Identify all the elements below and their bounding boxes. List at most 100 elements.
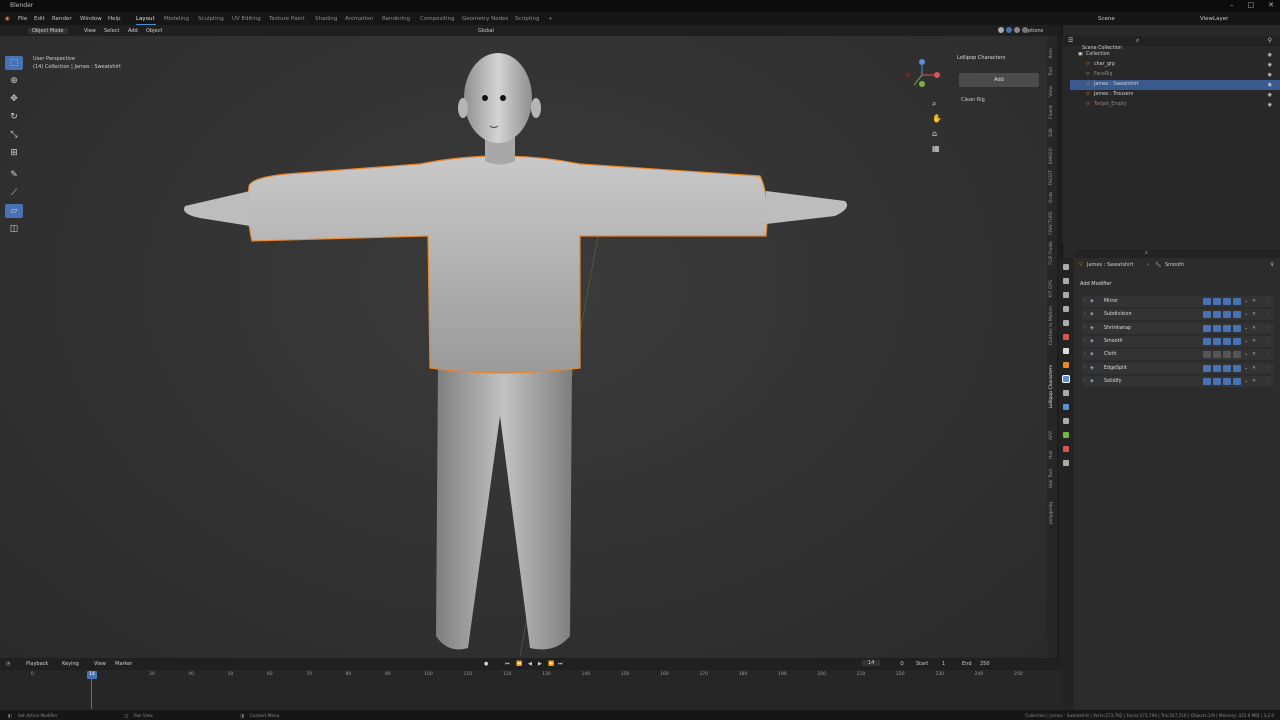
constraints-properties-tab-icon[interactable]	[1063, 418, 1069, 424]
viewport-toggle-icon[interactable]	[1223, 324, 1231, 332]
cage-toggle-icon[interactable]	[1213, 337, 1221, 345]
clean-rig-button[interactable]: Clean Rig	[961, 97, 985, 103]
dropdown-icon[interactable]: ⌄	[1244, 296, 1248, 307]
dropdown-icon[interactable]: ⌄	[1244, 363, 1248, 374]
modifier-panel[interactable]: › ◈ Mirror ⌄ ✕ ⋮	[1082, 296, 1274, 307]
menu-keying[interactable]: Keying	[62, 661, 79, 667]
display-mode-icon[interactable]: ☰	[1068, 37, 1073, 44]
npanel-tab-clothes-in-motion[interactable]: Clothes in Motion	[1049, 306, 1054, 345]
add-cube-icon[interactable]: ◫	[5, 222, 23, 236]
npanel-tab-faceit[interactable]: FACEIT	[1049, 170, 1054, 185]
menu-playback[interactable]: Playback	[26, 661, 48, 667]
jump-end-icon[interactable]: ⏭	[558, 661, 563, 667]
character-model[interactable]	[0, 36, 1048, 658]
play-icon[interactable]: ▶	[538, 661, 542, 667]
npanel-tab-arp[interactable]: ARP	[1049, 431, 1054, 440]
npanel-tab-tool[interactable]: Tool	[1049, 67, 1054, 76]
texture-properties-tab-icon[interactable]	[1063, 460, 1069, 466]
remove-modifier-icon[interactable]: ✕	[1252, 349, 1256, 360]
move-icon[interactable]: ✥	[5, 92, 23, 106]
viewport-toggle-icon[interactable]	[1223, 377, 1231, 385]
visibility-eye-icon[interactable]: ◉	[1268, 60, 1272, 70]
viewport-toggle-icon[interactable]	[1223, 298, 1231, 305]
expand-chevron-icon[interactable]: ›	[1084, 376, 1086, 387]
dropdown-icon[interactable]: ⌄	[1244, 376, 1248, 387]
npanel-tab-grab[interactable]: Grab	[1049, 192, 1054, 203]
scale-icon[interactable]: ⤡	[5, 128, 23, 142]
trousers[interactable]	[436, 366, 572, 650]
dropdown-icon[interactable]: ⌄	[1244, 323, 1248, 334]
material-properties-tab-icon[interactable]	[1063, 446, 1069, 452]
neg-x-axis-icon[interactable]	[905, 72, 911, 78]
jump-start-icon[interactable]: ⏮	[505, 661, 510, 667]
expand-chevron-icon[interactable]: ›	[1084, 363, 1086, 374]
mode-selector[interactable]: Object Mode	[28, 28, 68, 34]
menu-add[interactable]: Add	[128, 28, 138, 34]
cage-toggle-icon[interactable]	[1213, 377, 1221, 385]
modifier-name[interactable]: EdgeSplit	[1104, 363, 1127, 374]
pan-icon[interactable]: ✋	[932, 113, 942, 123]
remove-modifier-icon[interactable]: ✕	[1252, 376, 1256, 387]
menu-view[interactable]: View	[84, 28, 96, 34]
workspace-tab-layout[interactable]: Layout	[136, 16, 155, 22]
drag-handle-icon[interactable]: ⋮	[1265, 376, 1270, 387]
modifier-properties-tab-icon[interactable]	[1062, 375, 1070, 383]
object-properties-tab-icon[interactable]	[1063, 362, 1069, 368]
edit-mode-toggle-icon[interactable]	[1203, 351, 1211, 359]
modifier-panel[interactable]: › ◈ Solidify ⌄ ✕ ⋮	[1082, 375, 1274, 387]
modifier-name[interactable]: Mirror	[1104, 296, 1118, 307]
edit-mode-toggle-icon[interactable]	[1203, 364, 1211, 372]
output-properties-tab-icon[interactable]	[1063, 292, 1069, 298]
sweatshirt[interactable]	[247, 155, 768, 374]
transform-icon[interactable]: ⊞	[5, 146, 23, 160]
workspace-tab-animation[interactable]: Animation	[345, 16, 373, 22]
view-layer-properties-tab-icon[interactable]	[1063, 306, 1069, 312]
expand-chevron-icon[interactable]: ›	[1084, 349, 1086, 360]
cage-toggle-icon[interactable]	[1213, 311, 1221, 319]
expand-chevron-icon[interactable]: ›	[1084, 336, 1086, 347]
drag-handle-icon[interactable]: ⋮	[1265, 323, 1270, 334]
render-toggle-icon[interactable]	[1233, 311, 1241, 319]
workspace-tab-shading[interactable]: Shading	[315, 16, 337, 22]
npanel-tab-fluent[interactable]: Fluent	[1049, 105, 1054, 119]
drag-handle-icon[interactable]: ⋮	[1265, 309, 1270, 320]
drag-handle-icon[interactable]: ⋮	[1265, 363, 1270, 374]
workspace-tab-geometry-nodes[interactable]: Geometry Nodes	[462, 16, 508, 22]
npanel-tab-edit[interactable]: Edit	[1049, 128, 1054, 137]
measure-icon[interactable]: ⟋	[5, 186, 23, 200]
remove-modifier-icon[interactable]: ✕	[1252, 296, 1256, 307]
outliner-row[interactable]: ▽ char_grp ◉	[1070, 60, 1280, 70]
rendered-shading-icon[interactable]	[1022, 27, 1028, 33]
modifier-panel[interactable]: › ◈ Smooth ⌄ ✕ ⋮	[1082, 335, 1274, 347]
modifier-name[interactable]: Shrinkwrap	[1104, 323, 1131, 334]
viewport-toggle-icon[interactable]	[1223, 364, 1231, 372]
modifier-panel[interactable]: › ◈ Cloth ⌄ ✕ ⋮	[1082, 349, 1274, 361]
viewport-toggle-icon[interactable]	[1223, 351, 1231, 359]
scene-selector[interactable]: Scene	[1098, 16, 1115, 22]
properties-search-icon[interactable]: ⌕	[1145, 250, 1148, 256]
npanel-tab-hair[interactable]: Hair	[1049, 450, 1054, 459]
expand-chevron-icon[interactable]: ›	[1084, 323, 1086, 334]
workspace-tab-modeling[interactable]: Modeling	[164, 16, 189, 22]
cage-toggle-icon[interactable]	[1213, 324, 1221, 332]
modifier-name[interactable]: Subdivision	[1104, 309, 1132, 320]
menu-render[interactable]: Render	[52, 16, 72, 22]
ortho-grid-icon[interactable]: ▦	[932, 144, 940, 153]
modifier-panel[interactable]: › ◈ Shrinkwrap ⌄ ✕ ⋮	[1082, 322, 1274, 334]
camera-icon[interactable]: ⌂	[932, 129, 937, 138]
render-toggle-icon[interactable]	[1233, 377, 1241, 385]
physics-properties-tab-icon[interactable]	[1063, 404, 1069, 410]
remove-modifier-icon[interactable]: ✕	[1252, 336, 1256, 347]
workspace-tab-scripting[interactable]: Scripting	[515, 16, 539, 22]
pin-icon[interactable]: ⚲	[1270, 262, 1274, 268]
npanel-tab-polygoniq[interactable]: polygoniq	[1049, 502, 1054, 524]
workspace-tab-compositing[interactable]: Compositing	[420, 16, 454, 22]
cage-toggle-icon[interactable]	[1213, 351, 1221, 359]
solid-shading-icon[interactable]	[1006, 27, 1012, 33]
render-toggle-icon[interactable]	[1233, 351, 1241, 359]
x-axis-icon[interactable]	[934, 72, 940, 78]
menu-window[interactable]: Window	[80, 16, 102, 22]
blender-logo-icon[interactable]: ◉	[5, 16, 10, 22]
edit-mode-toggle-icon[interactable]	[1203, 377, 1211, 385]
npanel-tab-khaos-[interactable]: KHAOS!	[1049, 147, 1054, 165]
